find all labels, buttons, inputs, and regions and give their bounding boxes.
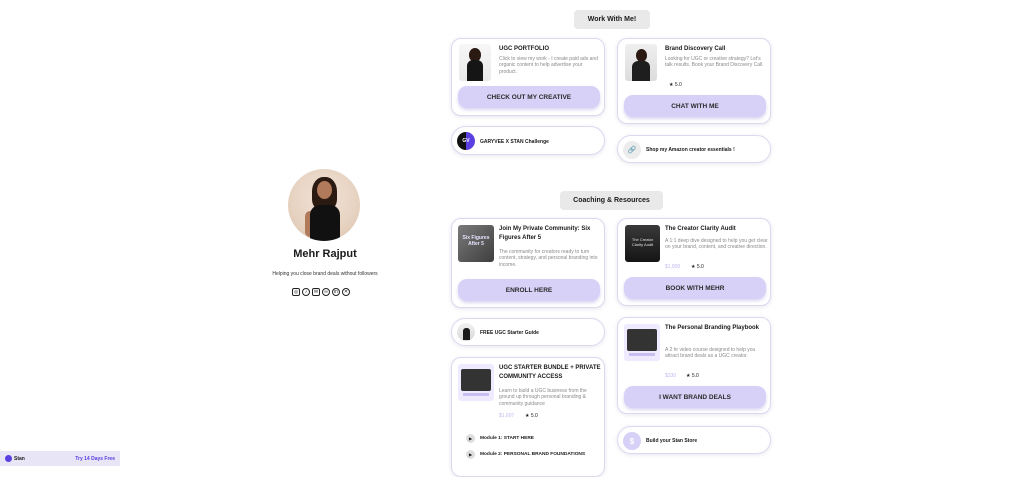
enroll-here-button[interactable]: ENROLL HERE — [458, 279, 600, 301]
link-label: Shop my Amazon creator essentials ! — [646, 147, 735, 153]
stan-logo-icon — [5, 455, 12, 462]
price: $1,800 — [665, 264, 681, 270]
card-title: UGC STARTER BUNDLE + PRIVATE COMMUNITY A… — [499, 365, 601, 380]
dollar-icon: $ — [623, 432, 641, 450]
stan-footer-banner[interactable]: Stan Try 14 Days Free — [0, 451, 120, 466]
portfolio-thumbnail — [459, 44, 491, 81]
email-icon[interactable]: ✉ — [312, 288, 320, 296]
price: $330 — [665, 373, 677, 379]
stan-brand: Stan — [5, 455, 25, 462]
star-icon: ★ — [525, 413, 530, 419]
card-title: The Creator Clarity Audit — [665, 226, 736, 232]
amazon-essentials-link[interactable]: 🔗 Shop my Amazon creator essentials ! — [617, 135, 771, 163]
check-out-creative-button[interactable]: CHECK OUT MY CREATIVE — [458, 86, 600, 108]
profile-avatar — [288, 169, 360, 241]
garyvee-challenge-link[interactable]: GV GARYVEE X STAN Challenge — [451, 126, 605, 155]
price: $1,697 — [499, 413, 515, 419]
star-icon: ★ — [686, 373, 691, 379]
private-community-card[interactable]: Six Figures After 5 Join My Private Comm… — [451, 218, 605, 308]
free-trial-link[interactable]: Try 14 Days Free — [75, 456, 115, 462]
clarity-thumbnail: The Creator Clarity Audit — [625, 225, 660, 262]
play-icon: ▶ — [466, 450, 475, 459]
community-thumbnail: Six Figures After 5 — [458, 225, 494, 262]
rating: ★ 5.0 — [525, 413, 538, 419]
rating: ★ 5.0 — [669, 82, 682, 88]
guide-thumbnail-icon — [457, 323, 475, 341]
ugc-portfolio-card[interactable]: UGC PORTFOLIO Click to view my work - I … — [451, 38, 605, 116]
linkedin-icon[interactable]: in — [332, 288, 340, 296]
tiktok-icon[interactable]: ♪ — [302, 288, 310, 296]
link-label: GARYVEE X STAN Challenge — [480, 139, 549, 145]
build-stan-store-link[interactable]: $ Build your Stan Store — [617, 426, 771, 454]
card-title: Join My Private Community: Six Figures A… — [499, 226, 591, 241]
profile-name: Mehr Rajput — [293, 248, 357, 260]
card-description: Click to view my work - I create paid ad… — [499, 56, 598, 75]
card-description: The community for creators ready to turn… — [499, 249, 598, 268]
section-header-work: Work With Me! — [574, 10, 650, 29]
instagram-icon[interactable]: ◎ — [292, 288, 300, 296]
card-title: UGC PORTFOLIO — [499, 46, 549, 52]
card-description: Learn to build a UGC business from the g… — [499, 388, 587, 407]
branding-playbook-card[interactable]: The Personal Branding Playbook A 2 hr vi… — [617, 317, 771, 414]
module-item[interactable]: ▶ Module 2: PERSONAL BRAND FOUNDATIONS — [466, 450, 585, 459]
garyvee-logo-icon: GV — [457, 132, 475, 150]
playbook-thumbnail — [624, 324, 660, 361]
book-with-mehr-button[interactable]: BOOK WITH MEHR — [624, 277, 766, 299]
bundle-thumbnail — [458, 364, 494, 401]
card-description: A 2 hr video course designed to help you… — [665, 347, 756, 360]
card-title: Brand Discovery Call — [665, 46, 726, 52]
rating: ★ 5.0 — [686, 373, 699, 379]
card-description: Looking for UGC or creative strategy? Le… — [665, 56, 764, 69]
section-header-coaching: Coaching & Resources — [560, 191, 663, 210]
card-title: The Personal Branding Playbook — [665, 325, 760, 331]
link-label: Build your Stan Store — [646, 438, 698, 444]
x-icon[interactable]: ✕ — [342, 288, 350, 296]
free-ugc-guide-link[interactable]: FREE UGC Starter Guide — [451, 318, 605, 346]
chat-with-me-button[interactable]: CHAT WITH ME — [624, 95, 766, 117]
profile-bio: Helping you close brand deals without fo… — [272, 271, 378, 277]
module-item[interactable]: ▶ Module 1: START HERE — [466, 434, 534, 443]
star-icon: ★ — [669, 82, 674, 88]
star-icon: ★ — [691, 264, 696, 270]
brand-deals-button[interactable]: I WANT BRAND DEALS — [624, 386, 766, 408]
discovery-thumbnail — [625, 44, 657, 81]
ugc-starter-bundle-card[interactable]: UGC STARTER BUNDLE + PRIVATE COMMUNITY A… — [451, 357, 605, 477]
rating: ★ 5.0 — [691, 264, 704, 270]
brand-discovery-card[interactable]: Brand Discovery Call Looking for UGC or … — [617, 38, 771, 124]
social-links: ◎ ♪ ✉ ∞ in ✕ — [292, 288, 350, 298]
link-icon[interactable]: ∞ — [322, 288, 330, 296]
card-description: A 1:1 deep dive designed to help you get… — [665, 238, 768, 251]
play-icon: ▶ — [466, 434, 475, 443]
clarity-audit-card[interactable]: The Creator Clarity Audit The Creator Cl… — [617, 218, 771, 306]
link-icon: 🔗 — [623, 141, 641, 159]
link-label: FREE UGC Starter Guide — [480, 330, 539, 336]
